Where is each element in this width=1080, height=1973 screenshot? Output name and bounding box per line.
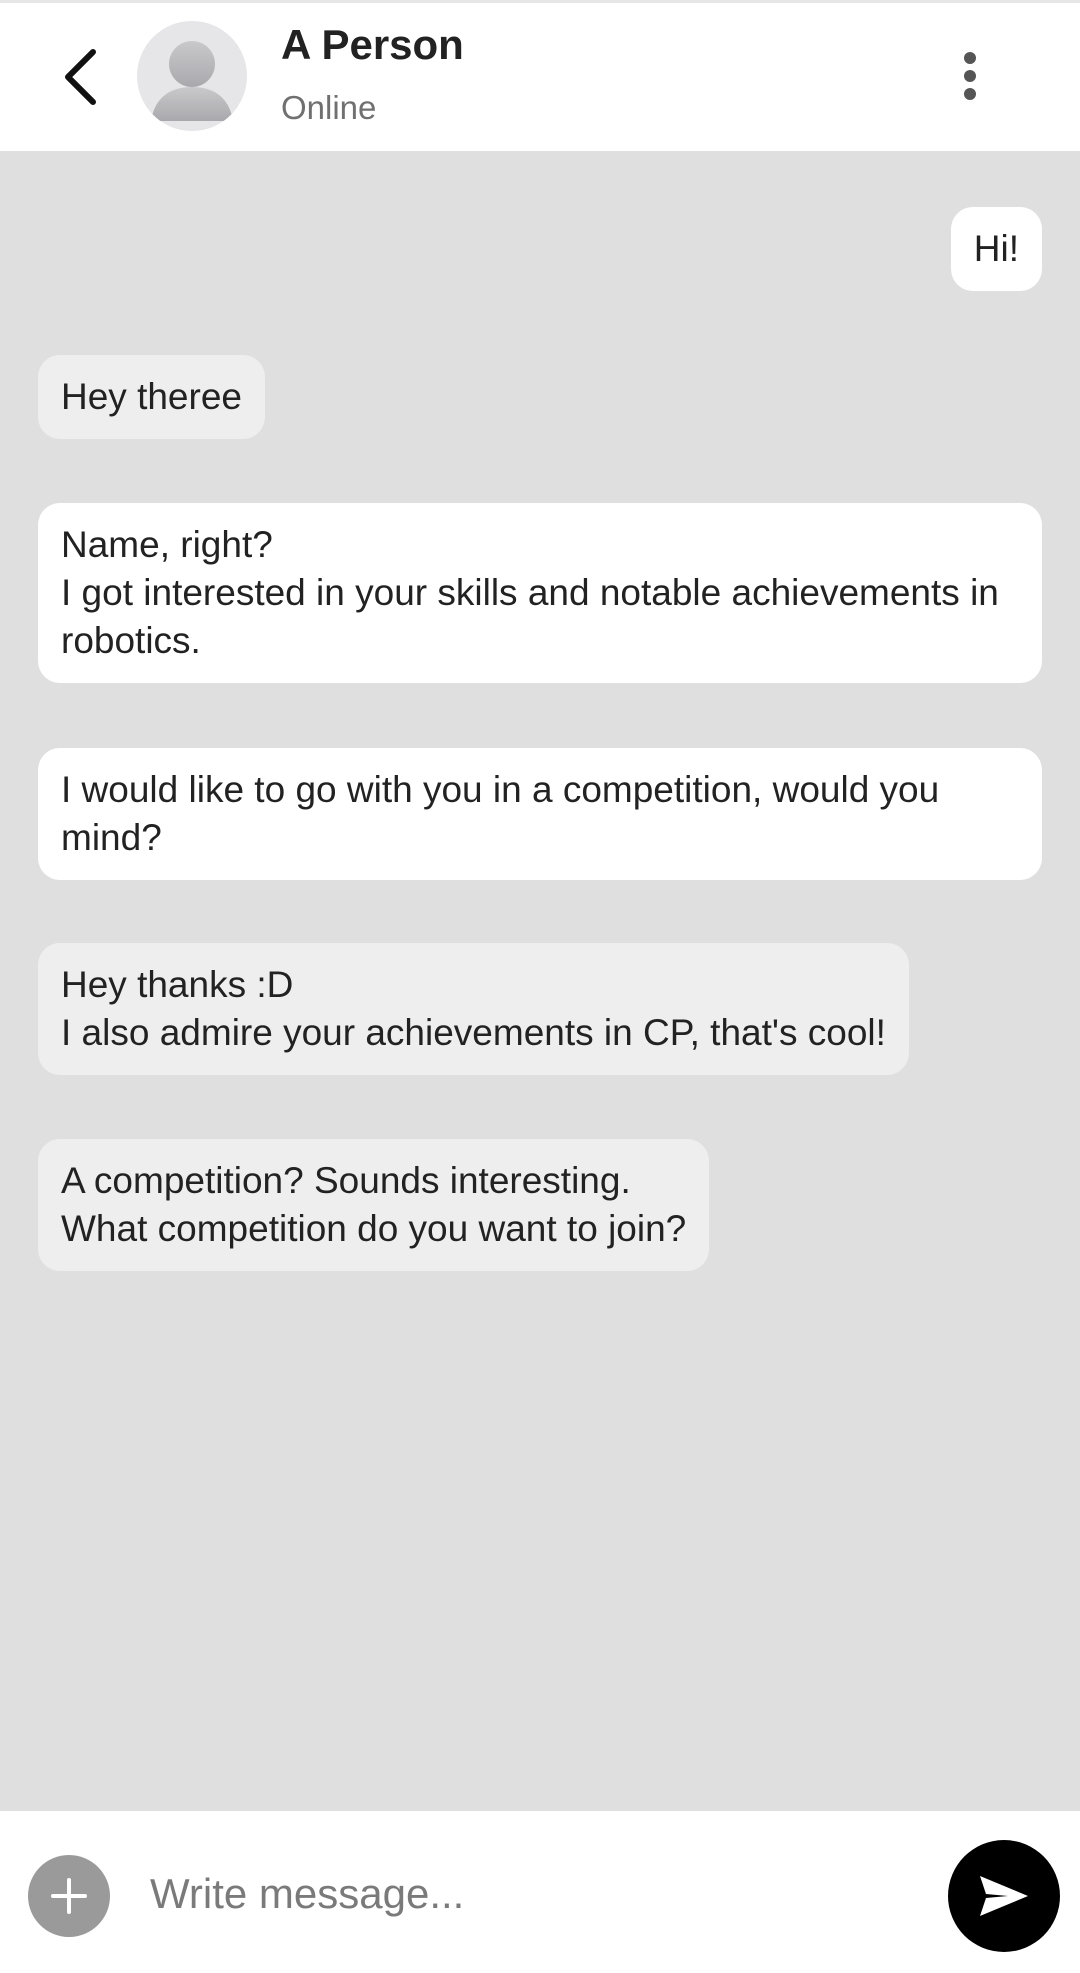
contact-status: Online [281, 89, 377, 126]
chevron-left-icon [65, 49, 96, 105]
message-bubble-outgoing[interactable]: Name, right? I got interested in your sk… [38, 503, 1042, 683]
message-bubble-incoming[interactable]: Hey theree [38, 355, 265, 439]
avatar[interactable] [137, 21, 247, 131]
plus-icon [51, 1878, 87, 1914]
message-bubble-incoming[interactable]: Hey thanks :D I also admire your achieve… [38, 943, 909, 1075]
more-vertical-icon [964, 52, 976, 100]
message-input[interactable] [150, 1851, 910, 1937]
send-icon [980, 1876, 1028, 1916]
person-silhouette-icon [151, 41, 233, 121]
more-options-button[interactable] [950, 43, 990, 109]
chat-header: A Person Online [0, 0, 1080, 151]
chat-screen: A Person Online Hi! Hey theree Name, rig… [0, 0, 1080, 1973]
message-bubble-outgoing[interactable]: Hi! [950, 207, 1042, 291]
back-button[interactable] [50, 43, 110, 111]
message-list[interactable]: Hi! Hey theree Name, right? I got intere… [0, 151, 1080, 1811]
message-bubble-outgoing[interactable]: I would like to go with you in a competi… [38, 748, 1042, 880]
contact-name: A Person [281, 21, 464, 68]
message-bubble-incoming[interactable]: A competition? Sounds interesting. What … [38, 1139, 710, 1271]
message-composer [0, 1811, 1080, 1973]
send-button[interactable] [948, 1840, 1060, 1952]
attach-button[interactable] [28, 1855, 110, 1937]
